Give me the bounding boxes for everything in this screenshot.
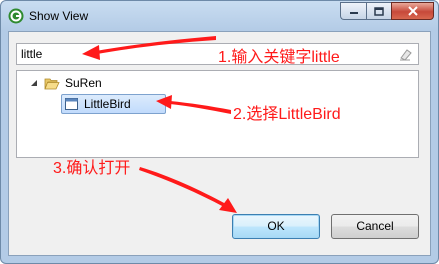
maximize-icon — [374, 6, 384, 16]
minimize-button[interactable] — [340, 2, 366, 20]
folder-open-icon — [44, 78, 60, 90]
eraser-icon[interactable] — [399, 48, 412, 61]
annotation-step2: 2.选择LittleBird — [233, 106, 341, 123]
cancel-button[interactable]: Cancel — [331, 214, 419, 239]
annotation-step1: 1.输入关键字little — [218, 49, 340, 66]
close-button[interactable] — [391, 2, 434, 20]
view-icon — [65, 98, 78, 110]
ok-button[interactable]: OK — [232, 214, 320, 239]
tree-node-littlebird[interactable]: LittleBird — [61, 94, 166, 114]
tree-node-suren-label: SuRen — [65, 76, 102, 90]
app-icon — [8, 8, 24, 24]
minimize-icon — [349, 12, 358, 14]
title-bar[interactable]: Show View — [1, 1, 438, 31]
view-tree[interactable]: SuRen LittleBird — [16, 70, 419, 158]
window-title: Show View — [29, 9, 89, 23]
annotation-step3: 3.确认打开 — [53, 160, 131, 177]
tree-node-littlebird-label: LittleBird — [84, 97, 131, 111]
maximize-button[interactable] — [366, 2, 391, 20]
expand-triangle-icon[interactable] — [30, 79, 38, 87]
close-icon — [407, 6, 418, 16]
